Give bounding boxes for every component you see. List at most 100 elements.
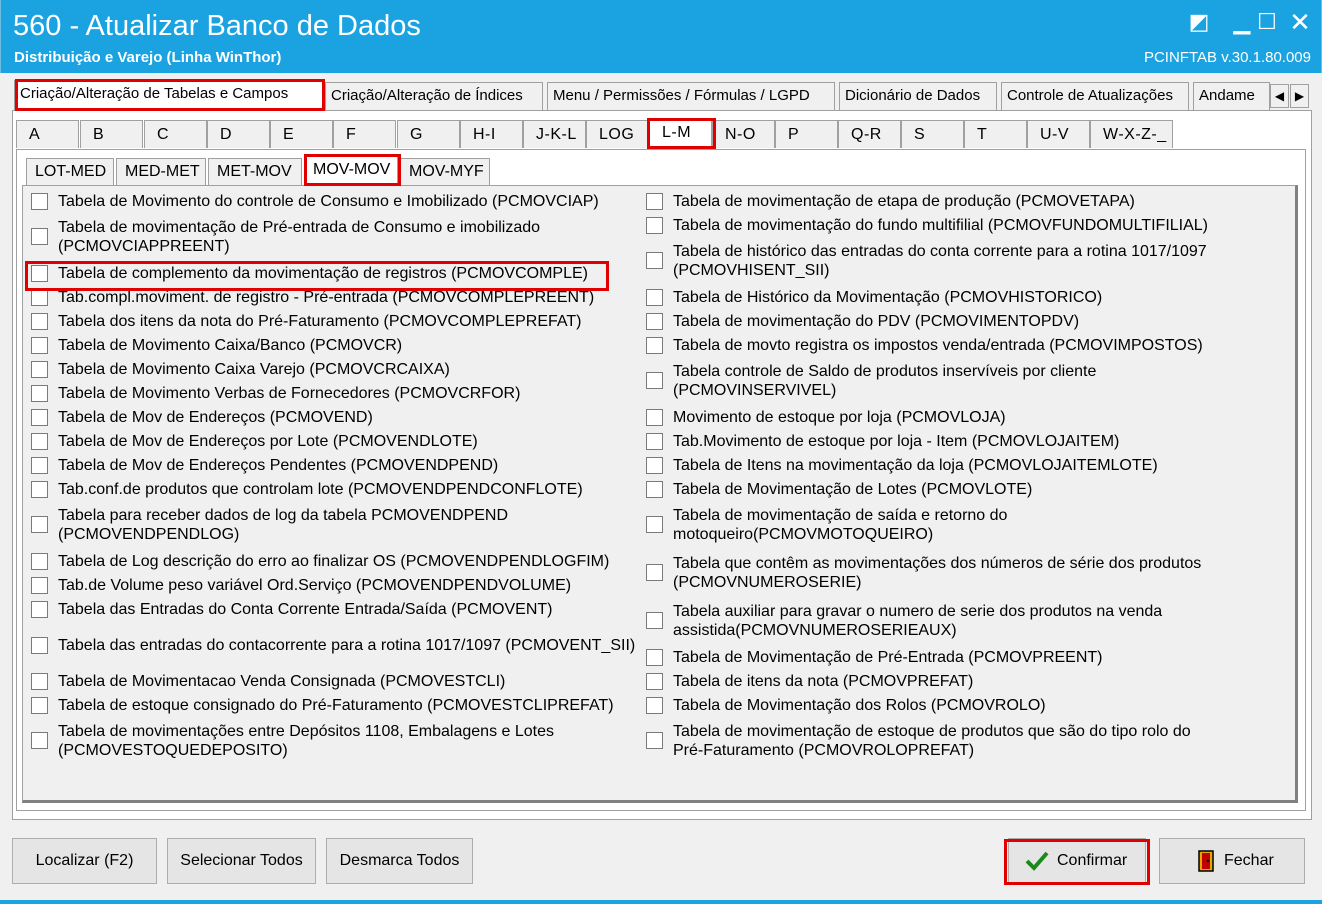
tab-menu-permissoes[interactable]: Menu / Permissões / Fórmulas / LGPD bbox=[547, 82, 835, 110]
confirmar-button[interactable]: Confirmar bbox=[1008, 838, 1146, 884]
table-checkbox[interactable] bbox=[31, 481, 48, 498]
table-checkbox[interactable] bbox=[31, 433, 48, 450]
table-label: Tab.Movimento de estoque por loja - Item… bbox=[673, 433, 1120, 450]
table-label: Tabela dos itens da nota do Pré-Faturame… bbox=[58, 313, 582, 330]
table-label: Tabela de Mov de Endereços por Lote (PCM… bbox=[58, 433, 478, 450]
table-label: Tabela controle de Saldo de produtos ins… bbox=[673, 363, 1097, 380]
letter-tab-b[interactable]: B bbox=[80, 120, 143, 148]
letter-tab-p[interactable]: P bbox=[775, 120, 838, 148]
table-checkbox[interactable] bbox=[31, 697, 48, 714]
table-checkbox[interactable] bbox=[646, 697, 663, 714]
letter-tab-t[interactable]: T bbox=[964, 120, 1027, 148]
table-checkbox[interactable] bbox=[31, 313, 48, 330]
table-label: Tab.compl.moviment. de registro - Pré-en… bbox=[58, 289, 595, 306]
localizar-button[interactable]: Localizar (F2) bbox=[12, 838, 157, 884]
letter-tab-e[interactable]: E bbox=[270, 120, 333, 148]
letter-tab-g[interactable]: G bbox=[397, 120, 460, 148]
letter-tab-j-k-l[interactable]: J-K-L bbox=[523, 120, 586, 148]
sub-tab-med-met[interactable]: MED-MET bbox=[116, 158, 206, 185]
table-checkbox[interactable] bbox=[646, 612, 663, 629]
letter-tab-d[interactable]: D bbox=[207, 120, 270, 148]
sub-tab-lot-med[interactable]: LOT-MED bbox=[26, 158, 114, 185]
table-checkbox[interactable] bbox=[31, 732, 48, 749]
table-checkbox[interactable] bbox=[31, 289, 48, 306]
desmarca-todos-button[interactable]: Desmarca Todos bbox=[326, 838, 473, 884]
table-checkbox[interactable] bbox=[646, 564, 663, 581]
window-bottom-border bbox=[0, 900, 1322, 904]
letter-tab-a[interactable]: A bbox=[16, 120, 79, 148]
letter-tab-l-m[interactable]: L-M bbox=[649, 118, 712, 149]
table-label: Tabela de Movimento Verbas de Fornecedor… bbox=[58, 385, 521, 402]
table-label: Tabela de Movimentacao Venda Consignada … bbox=[58, 673, 506, 690]
letter-tab-n-o[interactable]: N-O bbox=[712, 120, 775, 148]
table-label: Tabela de Histórico da Movimentação (PCM… bbox=[673, 289, 1103, 306]
table-label: Tabela de Movimentação de Pré-Entrada (P… bbox=[673, 649, 1103, 666]
table-label: Tabela de movimentação de estoque de pro… bbox=[673, 723, 1191, 740]
table-checkbox[interactable] bbox=[646, 372, 663, 389]
table-checkbox[interactable] bbox=[31, 409, 48, 426]
table-checkbox[interactable] bbox=[646, 481, 663, 498]
letter-tab-log[interactable]: LOG bbox=[586, 120, 649, 148]
table-checkbox[interactable] bbox=[646, 649, 663, 666]
table-checkbox[interactable] bbox=[646, 289, 663, 306]
table-checkbox[interactable] bbox=[31, 457, 48, 474]
table-checkbox[interactable] bbox=[646, 516, 663, 533]
tab-indices[interactable]: Criação/Alteração de Índices bbox=[325, 82, 543, 110]
tab-dicionario-dados[interactable]: Dicionário de Dados bbox=[839, 82, 997, 110]
sub-tab-mov-myf[interactable]: MOV-MYF bbox=[400, 158, 490, 185]
table-checkbox[interactable] bbox=[31, 577, 48, 594]
table-checkbox[interactable] bbox=[646, 433, 663, 450]
table-checkbox[interactable] bbox=[31, 601, 48, 618]
table-checkbox[interactable] bbox=[646, 457, 663, 474]
table-checkbox[interactable] bbox=[646, 217, 663, 234]
table-checkbox[interactable] bbox=[646, 193, 663, 210]
close-icon[interactable]: ✕ bbox=[1286, 8, 1314, 36]
table-label: Tabela de Mov de Endereços Pendentes (PC… bbox=[58, 457, 499, 474]
table-label: assistida(PCMOVNUMEROSERIEAUX) bbox=[673, 622, 957, 639]
table-checkbox[interactable] bbox=[31, 637, 48, 654]
sub-tab-mov-mov[interactable]: MOV-MOV bbox=[304, 156, 398, 186]
table-checkbox[interactable] bbox=[31, 385, 48, 402]
tab-tabelas-campos[interactable]: Criação/Alteração de Tabelas e Campos bbox=[14, 80, 323, 111]
letter-tab-u-v[interactable]: U-V bbox=[1027, 120, 1090, 148]
table-label: motoqueiro(PCMOVMOTOQUEIRO) bbox=[673, 526, 934, 543]
minimize-icon[interactable]: ▁ bbox=[1228, 8, 1256, 36]
tab-andamento[interactable]: Andame bbox=[1193, 82, 1270, 110]
restore-window-icon[interactable]: ◩ bbox=[1185, 8, 1213, 36]
maximize-icon[interactable]: ☐ bbox=[1253, 8, 1281, 36]
exit-door-icon bbox=[1198, 850, 1214, 872]
table-label: Tabela de Movimentação de Lotes (PCMOVLO… bbox=[673, 481, 1033, 498]
window-subtitle: Distribuição e Varejo (Linha WinThor) bbox=[14, 49, 282, 66]
table-checkbox[interactable] bbox=[31, 673, 48, 690]
letter-tab-s[interactable]: S bbox=[901, 120, 964, 148]
fechar-button[interactable]: Fechar bbox=[1159, 838, 1305, 884]
selecionar-todos-button[interactable]: Selecionar Todos bbox=[167, 838, 316, 884]
table-checkbox[interactable] bbox=[646, 673, 663, 690]
table-label: Tabela de Itens na movimentação da loja … bbox=[673, 457, 1158, 474]
sub-tab-met-mov[interactable]: MET-MOV bbox=[208, 158, 302, 185]
table-label: Tabela de Movimento Caixa/Banco (PCMOVCR… bbox=[58, 337, 403, 354]
scroll-left-icon[interactable]: ◀ bbox=[1270, 84, 1289, 108]
letter-tab-q-r[interactable]: Q-R bbox=[838, 120, 901, 148]
letter-tab-f[interactable]: F bbox=[333, 120, 396, 148]
scroll-right-icon[interactable]: ▶ bbox=[1290, 84, 1309, 108]
fechar-label: Fechar bbox=[1224, 852, 1274, 869]
table-checkbox[interactable] bbox=[31, 361, 48, 378]
table-checkbox[interactable] bbox=[31, 553, 48, 570]
window-title: 560 - Atualizar Banco de Dados bbox=[13, 10, 421, 42]
table-checkbox[interactable] bbox=[646, 732, 663, 749]
letter-tab-h-i[interactable]: H-I bbox=[460, 120, 523, 148]
table-checkbox[interactable] bbox=[646, 409, 663, 426]
table-checkbox[interactable] bbox=[646, 337, 663, 354]
table-checkbox[interactable] bbox=[31, 516, 48, 533]
table-checkbox[interactable] bbox=[646, 252, 663, 269]
tab-controle-atualizacoes[interactable]: Controle de Atualizações bbox=[1001, 82, 1189, 110]
letter-tab-c[interactable]: C bbox=[144, 120, 207, 148]
table-checkbox[interactable] bbox=[31, 228, 48, 245]
table-checkbox[interactable] bbox=[646, 313, 663, 330]
app-version: PCINFTAB v.30.1.80.009 bbox=[1143, 49, 1311, 66]
letter-tab-w-x-z[interactable]: W-X-Z-_ bbox=[1090, 120, 1173, 148]
table-checkbox[interactable] bbox=[31, 337, 48, 354]
table-checkbox[interactable] bbox=[31, 265, 48, 282]
table-checkbox[interactable] bbox=[31, 193, 48, 210]
